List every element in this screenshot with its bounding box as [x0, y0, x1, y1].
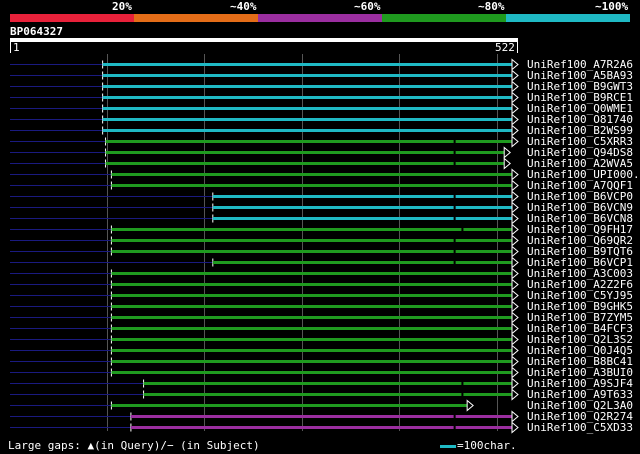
hit-arrow [511, 135, 519, 148]
hit-bar [102, 96, 514, 99]
hit-bar [111, 404, 469, 407]
hit-bar [111, 316, 513, 319]
hit-arrow [511, 278, 519, 291]
hit-gap-mark [453, 150, 456, 155]
hit-arrow [511, 113, 519, 126]
hit-arrow [511, 58, 519, 71]
hit-arrow [511, 201, 519, 214]
hit-arrow [511, 190, 519, 203]
hit-arrow [511, 256, 519, 269]
hit-gap-mark [453, 205, 456, 210]
hit-gap-mark [453, 216, 456, 221]
hit-bar [102, 107, 514, 110]
hit-gap-mark [453, 161, 456, 166]
hit-gap-mark [453, 139, 456, 144]
hit-bar [111, 250, 513, 253]
hit-bar [212, 217, 513, 220]
hit-arrow [511, 124, 519, 137]
hit-arrow [511, 311, 519, 324]
hit-arrow [511, 344, 519, 357]
hit-arrow [511, 234, 519, 247]
hit-arrow [511, 179, 519, 192]
hit-arrow [511, 322, 519, 335]
hit-bar [111, 173, 513, 176]
hit-alignments [10, 58, 519, 434]
hit-arrow [511, 333, 519, 346]
hit-gap-mark [453, 425, 456, 430]
hit-arrow [503, 157, 511, 170]
hit-arrow [503, 146, 511, 159]
hit-arrow [511, 289, 519, 302]
hit-bar [111, 305, 513, 308]
hit-bar [111, 294, 513, 297]
hit-bar [111, 327, 513, 330]
hit-gap-mark [461, 227, 464, 232]
hit-bar [111, 371, 513, 374]
hit-bar [212, 261, 513, 264]
hit-arrow [511, 366, 519, 379]
hit-bar [102, 63, 514, 66]
hit-gap-mark [453, 414, 456, 419]
hit-arrow [466, 399, 474, 412]
hit-bar [102, 129, 514, 132]
hit-bar [105, 140, 514, 143]
hit-bar [130, 426, 513, 429]
hit-bar [111, 283, 513, 286]
hit-arrow [511, 377, 519, 390]
hit-arrow [511, 168, 519, 181]
hit-bar [212, 206, 513, 209]
hit-arrow [511, 69, 519, 82]
hit-bar [212, 195, 513, 198]
hit-bar [111, 338, 513, 341]
hit-arrow [511, 245, 519, 258]
hit-bar [102, 74, 514, 77]
scale-text: =100char. [457, 439, 517, 452]
hit-bar [105, 151, 506, 154]
hit-bar [111, 239, 513, 242]
hit-arrow [511, 355, 519, 368]
hit-arrow [511, 212, 519, 225]
hit-gap-mark [453, 238, 456, 243]
grid-lines [107, 54, 498, 431]
hit-arrow [511, 102, 519, 115]
hit-bar [111, 360, 513, 363]
hit-arrow [511, 267, 519, 280]
scale-bar [440, 445, 456, 448]
hit-gap-mark [453, 260, 456, 265]
hit-arrow [511, 410, 519, 423]
hit-bar [111, 184, 513, 187]
hit-bar [130, 415, 513, 418]
hit-label[interactable]: UniRef100_C5XD33 [527, 422, 633, 433]
hit-bar [102, 85, 514, 88]
gap-legend-text: Large gaps: ▲(in Query)/− (in Subject) [8, 439, 260, 452]
hit-gap-mark [461, 381, 464, 386]
hit-gap-mark [453, 249, 456, 254]
hit-bar [143, 382, 513, 385]
hit-bar [102, 118, 514, 121]
hit-gap-mark [453, 194, 456, 199]
hit-arrow [511, 421, 519, 434]
hit-bar [111, 349, 513, 352]
hit-gap-mark [461, 392, 464, 397]
hit-arrow [511, 300, 519, 313]
hit-arrow [511, 223, 519, 236]
hit-bar [111, 228, 513, 231]
hit-bar [143, 393, 513, 396]
hit-bar [111, 272, 513, 275]
hit-arrow [511, 388, 519, 401]
hit-bar [105, 162, 506, 165]
hit-arrow [511, 80, 519, 93]
hit-arrow [511, 91, 519, 104]
